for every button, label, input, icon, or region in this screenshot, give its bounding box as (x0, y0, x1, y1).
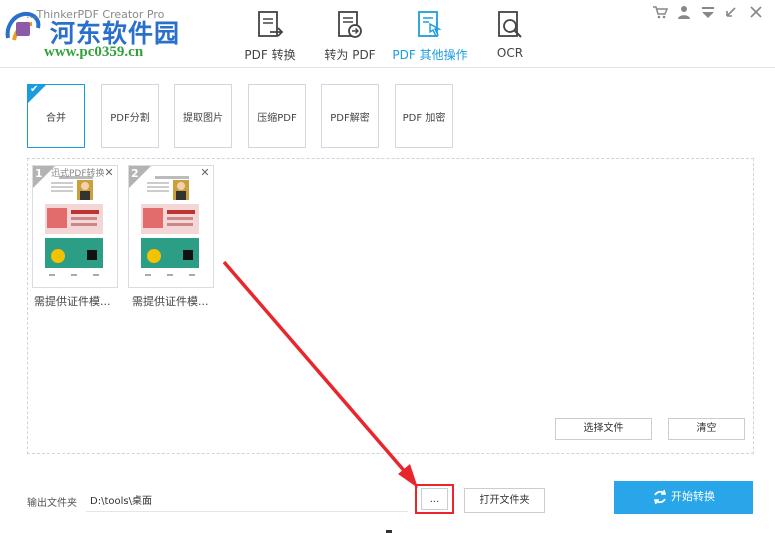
tool-label: PDF解密 (330, 112, 370, 124)
tool-encrypt-pdf[interactable]: PDF 加密 (395, 84, 453, 148)
start-convert-label: 开始转换 (671, 491, 715, 503)
watermark-logo: ...ThinkerPDF Creator Pro 河东软件园 www.pc03… (4, 6, 214, 62)
tab-label: PDF 转换 (244, 48, 296, 62)
browse-button-frame (421, 488, 448, 510)
minimize-icon[interactable] (723, 4, 741, 20)
tool-decrypt-pdf[interactable]: PDF解密 (321, 84, 379, 148)
file-card[interactable]: 2 ✕ (128, 165, 214, 288)
close-icon[interactable] (747, 4, 765, 20)
tab-pdf-tools[interactable]: PDF 其他操作 (390, 0, 470, 68)
start-convert-button[interactable]: 开始转换 (614, 481, 753, 514)
tab-pdf-convert[interactable]: PDF 转换 (230, 0, 310, 68)
clear-button[interactable]: 清空 (668, 418, 745, 440)
open-folder-button[interactable]: 打开文件夹 (464, 488, 545, 513)
tool-label: PDF分割 (110, 112, 150, 124)
file-index: 2 (131, 167, 139, 180)
tool-label: PDF 加密 (402, 112, 446, 124)
refresh-icon (653, 489, 667, 505)
tool-compress-pdf[interactable]: 压缩PDF (248, 84, 306, 148)
tab-label: OCR (496, 46, 524, 60)
user-icon[interactable] (675, 4, 693, 20)
file-drop-area[interactable]: 1 迅式PDF转换 ✕ 需提供证件模... 2 ✕ 需提供证件模... 选择文件… (27, 158, 754, 454)
remove-file-icon[interactable]: ✕ (199, 167, 211, 179)
tool-merge[interactable]: ✔ 合并 (27, 84, 85, 148)
tab-to-pdf[interactable]: 转为 PDF (310, 0, 390, 68)
tool-label: 压缩PDF (257, 112, 297, 124)
tab-label: 转为 PDF (324, 48, 376, 62)
file-name: 需提供证件模... (132, 295, 209, 308)
browse-button[interactable]: ... (415, 484, 454, 514)
tab-label: PDF 其他操作 (392, 48, 468, 62)
tool-label: 提取图片 (183, 112, 223, 124)
file-card[interactable]: 1 迅式PDF转换 ✕ (32, 165, 118, 288)
output-folder-input[interactable] (86, 488, 408, 512)
remove-file-icon[interactable]: ✕ (103, 167, 115, 179)
window-controls (651, 4, 765, 20)
tool-extract-images[interactable]: 提取图片 (174, 84, 232, 148)
menu-icon[interactable] (699, 4, 717, 20)
watermark-url: www.pc0359.cn (44, 44, 144, 60)
tool-pdf-split[interactable]: PDF分割 (101, 84, 159, 148)
output-folder-label: 输出文件夹 (27, 498, 77, 509)
to-pdf-icon (338, 11, 362, 38)
tab-ocr[interactable]: OCR (470, 0, 550, 68)
file-overlay-text: 迅式PDF转换 (51, 169, 105, 179)
tool-label: 合并 (46, 112, 66, 124)
check-icon: ✔ (30, 84, 39, 95)
file-name: 需提供证件模... (34, 295, 111, 308)
file-index: 1 (35, 167, 43, 180)
app-header: ...ThinkerPDF Creator Pro 河东软件园 www.pc03… (0, 0, 775, 68)
pdf-convert-icon (258, 11, 284, 37)
cart-icon[interactable] (651, 4, 669, 20)
ocr-icon (498, 11, 522, 38)
pdf-tools-icon (418, 11, 442, 37)
select-file-button[interactable]: 选择文件 (555, 418, 652, 440)
